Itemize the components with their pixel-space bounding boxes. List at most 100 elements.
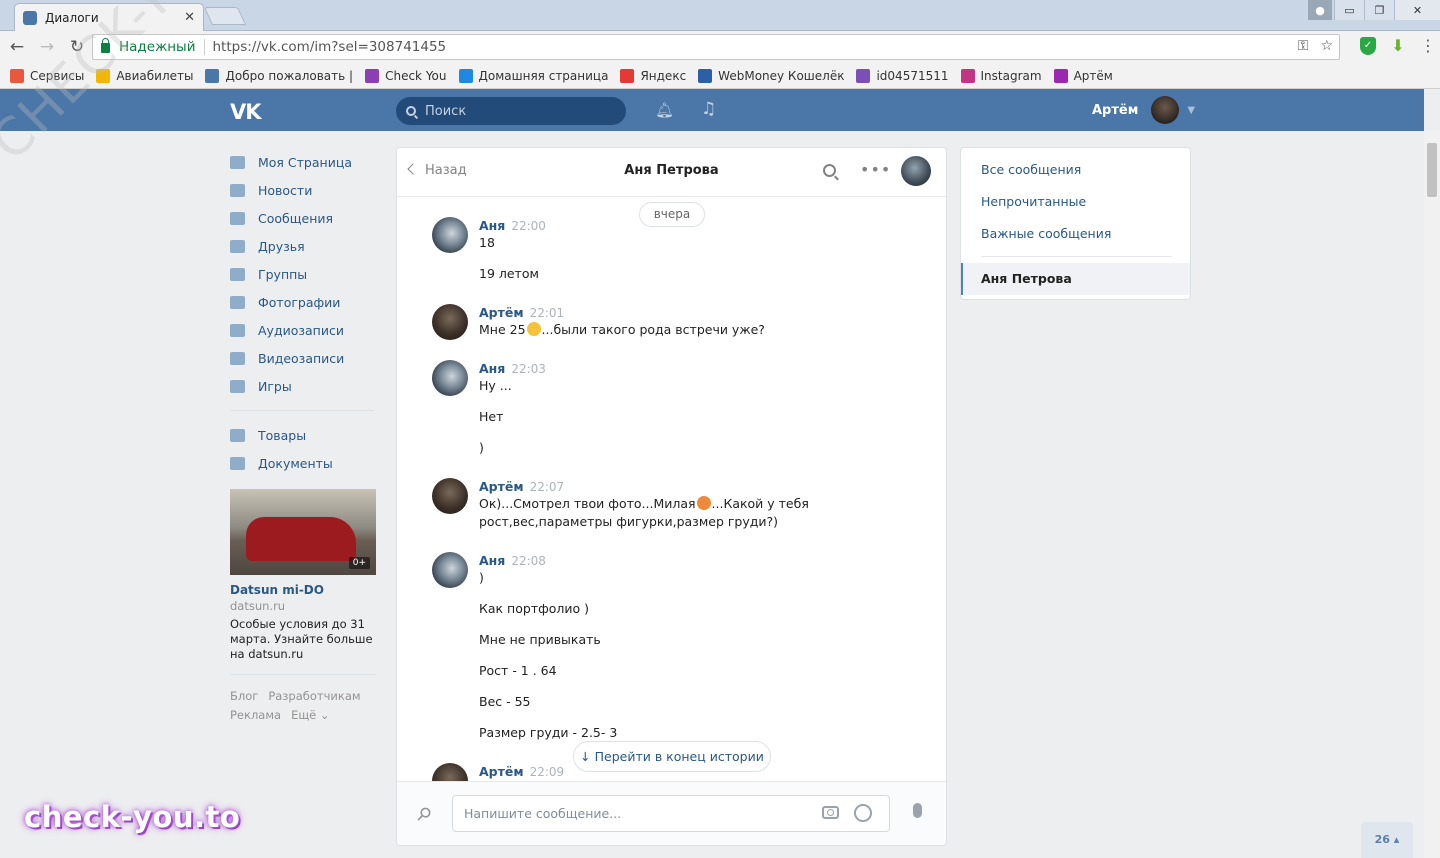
messages-icon — [230, 211, 245, 225]
go-to-end-button[interactable]: ↓ Перейти в конец истории — [573, 741, 771, 772]
page-scrollbar[interactable] — [1424, 131, 1440, 858]
filter-all-messages[interactable]: Все сообщения — [981, 162, 1081, 177]
footer-devs-link[interactable]: Разработчикам — [268, 689, 360, 703]
filter-important[interactable]: Важные сообщения — [981, 226, 1111, 241]
avatar[interactable] — [432, 217, 468, 253]
window-controls: ▭ ❐ ✕ — [1334, 0, 1440, 20]
bookmark-vk-welcome[interactable]: Добро пожаловать | — [205, 68, 354, 83]
ad-title[interactable]: Datsun mi-DO — [230, 583, 376, 597]
online-counter-badge[interactable]: 26 ▴ — [1361, 822, 1413, 858]
bookmark-label: Артём — [1073, 68, 1113, 83]
message-author[interactable]: Аня — [479, 218, 505, 233]
chat-panel: Назад Аня Петрова ••• вчера Аня 22:00 18 19… — [396, 147, 947, 846]
message-time[interactable]: 22:00 — [511, 219, 546, 233]
video-icon — [230, 351, 245, 365]
sidebar-item[interactable]: Моя Страница — [230, 148, 380, 176]
message-text-part: Ок)...Смотрел твои фото...Милая — [479, 496, 696, 511]
key-icon[interactable]: ⚿ — [1298, 38, 1309, 54]
footer-ads-link[interactable]: Реклама — [230, 708, 281, 722]
camera-icon[interactable] — [822, 806, 839, 819]
avatar[interactable] — [432, 304, 468, 340]
sidebar-item[interactable]: Видеозаписи — [230, 344, 380, 372]
browser-toolbar: ← → ↻ Надежный https://vk.com/im?sel=308… — [0, 31, 1440, 63]
message-time[interactable]: 22:08 — [511, 554, 546, 568]
message-text: Ок)...Смотрел твои фото...Милая ...Какой … — [479, 495, 809, 513]
message-text: рост,вес,параметры фигурки,размер груди?… — [479, 514, 779, 529]
sidebar-item[interactable]: Группы — [230, 260, 380, 288]
bookmark-check-you[interactable]: Check You — [365, 68, 447, 83]
message-author[interactable]: Артём — [479, 764, 524, 779]
bookmark-webmoney[interactable]: WebMoney Кошелёк — [698, 68, 844, 83]
bookmark-label: Check You — [385, 68, 447, 83]
minimize-button[interactable]: ▭ — [1334, 0, 1364, 20]
maximize-button[interactable]: ❐ — [1364, 0, 1394, 20]
browser-menu-icon[interactable]: ⋮ — [1420, 37, 1436, 55]
message-time[interactable]: 22:01 — [530, 306, 565, 320]
message-time[interactable]: 22:07 — [530, 480, 565, 494]
avatar[interactable] — [432, 360, 468, 396]
sidebar-item[interactable]: Игры — [230, 372, 380, 400]
bookmark-yandex[interactable]: Яндекс — [620, 68, 686, 83]
bookmark-home[interactable]: Домашняя страница — [458, 68, 608, 83]
bookmark-id[interactable]: id04571511 — [856, 68, 949, 83]
download-extension-icon[interactable]: ⬇ — [1390, 37, 1406, 55]
bookmark-star-icon[interactable]: ☆ — [1320, 38, 1333, 54]
sidebar-item[interactable]: Аудиозаписи — [230, 316, 380, 344]
back-arrow-icon[interactable]: ← — [4, 37, 30, 57]
ad-block[interactable]: 0+ Datsun mi-DO datsun.ru Особые условия до… — [230, 489, 376, 662]
message-author[interactable]: Аня — [479, 361, 505, 376]
tab-close-icon[interactable]: ✕ — [184, 10, 195, 25]
date-divider: вчера — [639, 202, 705, 227]
scrollbar-thumb[interactable] — [1427, 143, 1437, 197]
avatar[interactable] — [432, 478, 468, 514]
new-tab-button[interactable] — [203, 7, 247, 25]
url-text[interactable]: https://vk.com/im?sel=308741455 — [213, 39, 447, 55]
message-time[interactable]: 22:09 — [530, 765, 565, 779]
user-menu[interactable]: Артём ▼ — [1092, 96, 1195, 124]
message-text: Мне не привыкать — [479, 632, 601, 647]
adguard-shield-icon[interactable]: ✓ — [1360, 37, 1376, 55]
sidebar-item[interactable]: Сообщения — [230, 204, 380, 232]
avatar[interactable] — [432, 552, 468, 588]
vk-search-box[interactable]: Поиск — [396, 97, 626, 125]
audio-icon — [230, 323, 245, 337]
search-icon[interactable] — [823, 164, 836, 177]
ad-image[interactable]: 0+ — [230, 489, 376, 575]
ad-text: Особые условия до 31 марта. Узнайте боль… — [230, 617, 373, 661]
vk-header: VK Поиск 🔔︎ ♫ Артём ▼ — [0, 89, 1424, 131]
sidebar-item[interactable]: Документы — [230, 449, 380, 477]
more-dots-icon[interactable]: ••• — [860, 160, 891, 179]
watermark-logo: check-you.to — [24, 800, 241, 834]
message-list: Аня 22:00 18 19 летом Артём 22:01 Мне 25 ...был… — [397, 197, 946, 782]
active-dialog-item[interactable]: Аня Петрова — [961, 263, 1190, 295]
vk-logo[interactable]: VK — [230, 100, 262, 124]
sidebar-item[interactable]: Друзья — [230, 232, 380, 260]
notifications-bell-icon[interactable]: 🔔︎ — [655, 101, 674, 119]
bookmark-label: Добро пожаловать | — [225, 68, 354, 83]
footer-more-link[interactable]: Ещё ⌄ — [291, 708, 329, 722]
close-window-button[interactable]: ✕ — [1394, 0, 1440, 20]
filter-unread[interactable]: Непрочитанные — [981, 194, 1086, 209]
avatar[interactable] — [432, 763, 468, 782]
sidebar-item[interactable]: Фотографии — [230, 288, 380, 316]
groups-icon — [230, 267, 245, 281]
browser-profile-icon[interactable]: ● — [1308, 0, 1332, 20]
music-note-icon[interactable]: ♫ — [701, 99, 716, 119]
microphone-icon[interactable] — [913, 803, 922, 818]
chat-avatar[interactable] — [901, 156, 931, 186]
bookmark-artem[interactable]: Артём — [1053, 68, 1113, 83]
bookmark-instagram[interactable]: Instagram — [960, 68, 1042, 83]
emoji-icon[interactable] — [854, 804, 872, 822]
footer-blog-link[interactable]: Блог — [230, 689, 258, 703]
message-author[interactable]: Артём — [479, 479, 524, 494]
message-time[interactable]: 22:03 — [511, 362, 546, 376]
message-author[interactable]: Аня — [479, 553, 505, 568]
message-author[interactable]: Артём — [479, 305, 524, 320]
sidebar-item-label: Аудиозаписи — [258, 322, 344, 338]
address-bar[interactable]: Надежный https://vk.com/im?sel=308741455… — [92, 34, 1340, 60]
paperclip-icon[interactable]: ⚲ — [412, 802, 436, 826]
sidebar-item[interactable]: Новости — [230, 176, 380, 204]
sidebar-item-label: Сообщения — [258, 210, 334, 226]
message-text: 19 летом — [479, 266, 539, 281]
sidebar-item[interactable]: Товары — [230, 421, 380, 449]
